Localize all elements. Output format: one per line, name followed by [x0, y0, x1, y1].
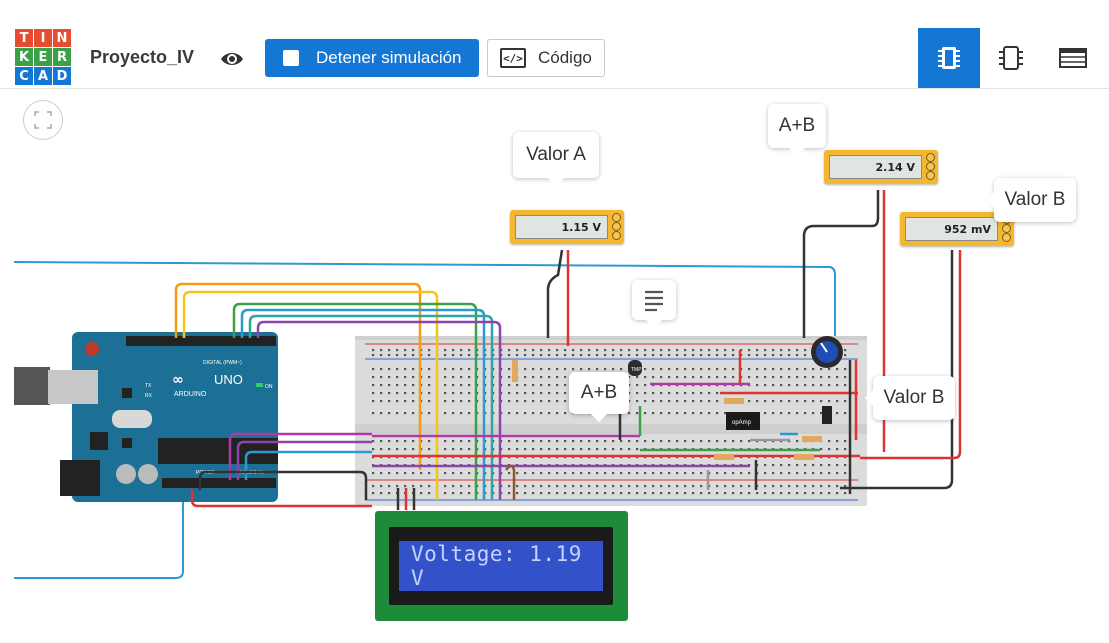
label-valor-a[interactable]: Valor A [513, 132, 599, 186]
project-name[interactable]: Proyecto_IV [90, 47, 194, 68]
resistor-3 [802, 436, 822, 442]
stop-simulation-button[interactable]: Detener simulación [265, 39, 479, 77]
top-toolbar: TIN KER CAD Proyecto_IV Detener simulación… [0, 0, 1109, 89]
breadboard[interactable] [355, 336, 867, 506]
circuit-view-icon [938, 47, 960, 69]
logo-letter: E [34, 48, 52, 66]
tmp-label: TMP [631, 367, 642, 373]
lcd-text: Voltage: 1.19 V [399, 541, 603, 591]
arduino-brand-label: ARDUINO [174, 391, 207, 398]
logo-letter: N [53, 29, 71, 47]
opamp-label: opAmp [732, 420, 752, 426]
logo-letter: T [15, 29, 33, 47]
visibility-eye-icon[interactable] [219, 46, 245, 72]
wire-teal-bottom [14, 497, 184, 579]
chip-icon [999, 46, 1023, 70]
multimeter-a-plus-b-reading: 2.14 V [829, 155, 922, 179]
schematic-view-button[interactable] [918, 28, 980, 88]
label-a-plus-b-mid[interactable]: A+B [569, 372, 629, 422]
arduino-infinity-logo: ∞ [172, 372, 184, 388]
schematic-button[interactable] [980, 28, 1042, 88]
logo-letter: D [53, 67, 71, 85]
logo-letter: R [53, 48, 71, 66]
logo-letter: A [34, 67, 52, 85]
lcd-bezel: Voltage: 1.19 V [389, 527, 613, 605]
multimeter-valor-a[interactable]: 1.15 V [510, 210, 624, 244]
code-button[interactable]: </> Código [487, 39, 605, 77]
logo-letter: C [15, 67, 33, 85]
label-a-plus-b-top[interactable]: A+B [768, 104, 826, 156]
wire-teal-top [13, 261, 836, 340]
stop-icon [283, 50, 299, 66]
lcd-display[interactable]: Voltage: 1.19 V [375, 511, 628, 621]
code-icon: </> [500, 48, 526, 68]
multimeter-valor-a-reading: 1.15 V [515, 215, 608, 239]
tinkercad-logo[interactable]: TIN KER CAD [15, 29, 71, 85]
logo-letter: K [15, 48, 33, 66]
multimeter-a-plus-b[interactable]: 2.14 V [824, 150, 938, 184]
arduino-tx-label: TX [145, 383, 152, 389]
label-valor-b-right[interactable]: Valor B [865, 376, 955, 420]
list-table-icon [1059, 48, 1087, 68]
code-label: Código [538, 48, 592, 67]
note-lines-icon [645, 290, 663, 312]
resistor-5 [794, 454, 814, 460]
component-list-button[interactable] [1042, 28, 1104, 88]
stop-simulation-label: Detener simulación [316, 48, 462, 67]
label-valor-b-top[interactable]: Valor B [986, 178, 1076, 222]
resistor-2 [724, 398, 744, 404]
logo-letter: I [34, 29, 52, 47]
resistor-1 [512, 360, 518, 382]
arduino-model-label: UNO [214, 372, 243, 387]
diode [822, 406, 832, 424]
arduino-on-label: ON [265, 384, 273, 390]
multimeter-valor-b-reading: 952 mV [905, 217, 998, 241]
arduino-rx-label: RX [145, 393, 153, 399]
note-button[interactable] [632, 280, 676, 328]
resistor-4 [714, 454, 734, 460]
arduino-digital-label: DIGITAL (PWM~) [203, 360, 242, 366]
